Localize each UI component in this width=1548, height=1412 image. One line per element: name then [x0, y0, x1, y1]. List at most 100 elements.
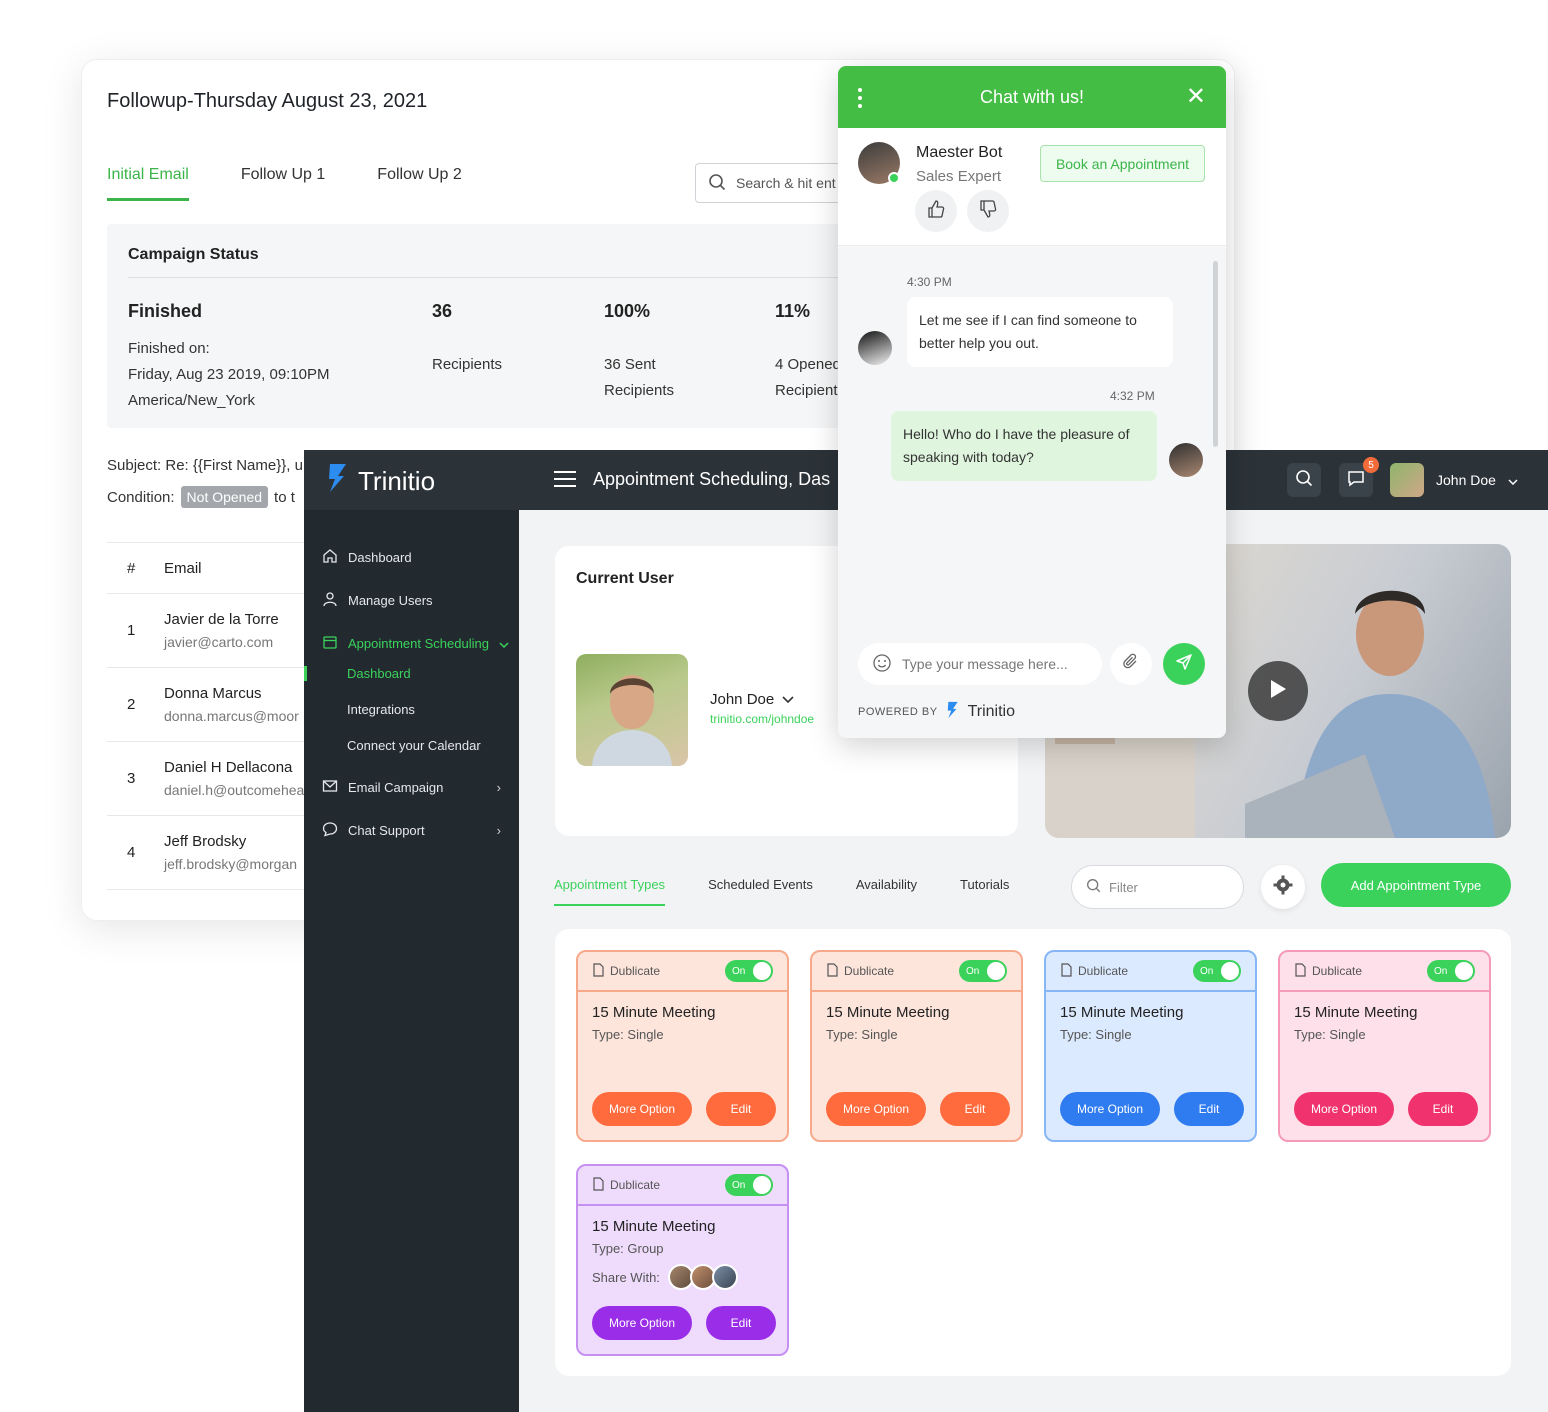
campaign-tabs: Initial Email Follow Up 1 Follow Up 2: [107, 166, 462, 201]
card-actions: More Option Edit: [1294, 1092, 1478, 1126]
sidebar-subitem-dashboard[interactable]: Dashboard: [304, 666, 519, 681]
play-button[interactable]: [1248, 661, 1308, 721]
duplicate-label: Dublicate: [610, 964, 661, 978]
finished-on-label: Finished on:: [128, 340, 210, 357]
table-row[interactable]: 2 Donna Marcus donna.marcus@moor: [107, 668, 327, 742]
condition-label: Condition:: [107, 488, 175, 506]
edit-button[interactable]: Edit: [1174, 1092, 1244, 1126]
appointment-type-card: Dublicate On 15 Minute Meeting Type: Sin…: [1044, 950, 1257, 1142]
thumbs-up-button[interactable]: [915, 190, 957, 232]
recipients-stat: 36 Recipients: [432, 301, 502, 378]
chat-message-input[interactable]: Type your message here...: [858, 643, 1102, 685]
chat-scrollbar[interactable]: [1213, 261, 1218, 447]
gear-icon: [1273, 875, 1293, 900]
chat-input-placeholder: Type your message here...: [902, 656, 1068, 672]
card-type: Type: Single: [1060, 1027, 1132, 1042]
recipients-label: Recipients: [432, 356, 503, 373]
powered-by: POWERED BY Trinitio: [858, 700, 1015, 723]
settings-button[interactable]: [1261, 865, 1305, 909]
campaign-title: Followup-Thursday August 23, 2021: [107, 90, 428, 112]
thumbs-up-icon: [926, 199, 946, 224]
emoji-icon[interactable]: [872, 653, 892, 676]
more-option-button[interactable]: More Option: [592, 1306, 692, 1340]
user-profile-link[interactable]: trinitio.com/johndoe: [710, 712, 814, 726]
status-toggle[interactable]: On: [725, 960, 773, 982]
user-menu[interactable]: John Doe: [1390, 463, 1518, 497]
edit-button[interactable]: Edit: [1408, 1092, 1478, 1126]
card-actions: More Option Edit: [826, 1092, 1010, 1126]
user-icon: [322, 591, 338, 610]
sidebar-subitem-connect-calendar[interactable]: Connect your Calendar: [304, 738, 519, 753]
row-email: javier@carto.com: [164, 634, 274, 650]
close-icon[interactable]: ✕: [1186, 85, 1206, 109]
current-user-name[interactable]: John Doe: [710, 691, 794, 708]
chat-title: Chat with us!: [979, 86, 1085, 107]
kebab-menu-icon[interactable]: [858, 88, 862, 108]
trinitio-logo-icon: [946, 700, 960, 723]
message-time: 4:30 PM: [907, 275, 952, 289]
tab-scheduled-events[interactable]: Scheduled Events: [708, 877, 813, 906]
tab-tutorials[interactable]: Tutorials: [960, 877, 1009, 906]
edit-button[interactable]: Edit: [706, 1092, 776, 1126]
table-row[interactable]: 4 Jeff Brodsky jeff.brodsky@morgan: [107, 816, 327, 890]
opened-count: 4 Opened: [775, 356, 841, 373]
chevron-right-icon: ›: [496, 823, 501, 838]
filter-input[interactable]: Filter: [1071, 865, 1244, 909]
search-button[interactable]: [1287, 463, 1321, 497]
opened-stat: 11% 4 Opened Recipient: [775, 301, 841, 404]
tab-initial-email[interactable]: Initial Email: [107, 166, 189, 201]
duplicate-label: Dublicate: [610, 1178, 661, 1192]
more-option-button[interactable]: More Option: [592, 1092, 692, 1126]
table-row[interactable]: 3 Daniel H Dellacona daniel.h@outcomehea: [107, 742, 327, 816]
tab-availability[interactable]: Availability: [856, 877, 917, 906]
duplicate-button[interactable]: Dublicate: [592, 962, 661, 980]
duplicate-button[interactable]: Dublicate: [592, 1176, 661, 1194]
sidebar-item-dashboard[interactable]: Dashboard: [304, 548, 519, 567]
row-number: 4: [127, 844, 136, 861]
more-option-button[interactable]: More Option: [1060, 1092, 1160, 1126]
status-toggle[interactable]: On: [725, 1174, 773, 1196]
more-option-button[interactable]: More Option: [826, 1092, 926, 1126]
sidebar-subitem-integrations[interactable]: Integrations: [304, 702, 519, 717]
avatar: [711, 1264, 738, 1290]
edit-button[interactable]: Edit: [940, 1092, 1010, 1126]
hamburger-menu-icon[interactable]: [554, 471, 576, 487]
tab-follow-up-1[interactable]: Follow Up 1: [241, 166, 325, 201]
card-actions: More Option Edit: [592, 1092, 776, 1126]
sidebar-item-email-campaign[interactable]: Email Campaign ›: [304, 778, 519, 797]
sidebar-label: Manage Users: [348, 593, 433, 608]
card-header: Dublicate On: [1046, 952, 1255, 992]
sidebar-item-appointment-scheduling[interactable]: Appointment Scheduling: [304, 634, 519, 653]
row-email: daniel.h@outcomehea: [164, 782, 305, 798]
tab-follow-up-2[interactable]: Follow Up 2: [377, 166, 461, 201]
table-row[interactable]: 1 Javier de la Torre javier@carto.com: [107, 594, 327, 668]
status-toggle[interactable]: On: [1427, 960, 1475, 982]
card-title: 15 Minute Meeting: [1060, 1004, 1184, 1021]
add-appointment-type-button[interactable]: Add Appointment Type: [1321, 863, 1511, 907]
email-subject: Subject: Re: {{First Name}}, u: [107, 457, 303, 474]
sidebar-item-manage-users[interactable]: Manage Users: [304, 591, 519, 610]
tab-appointment-types[interactable]: Appointment Types: [554, 877, 666, 906]
status-toggle[interactable]: On: [959, 960, 1007, 982]
more-option-button[interactable]: More Option: [1294, 1092, 1394, 1126]
book-appointment-button[interactable]: Book an Appointment: [1040, 145, 1205, 182]
brand-logo[interactable]: Trinitio: [326, 462, 435, 501]
send-icon: [1175, 653, 1193, 676]
notification-badge: 5: [1363, 457, 1379, 473]
send-button[interactable]: [1163, 643, 1205, 685]
duplicate-label: Dublicate: [844, 964, 895, 978]
card-type: Type: Single: [1294, 1027, 1366, 1042]
duplicate-button[interactable]: Dublicate: [1294, 962, 1362, 980]
sent-pct: 100%: [604, 301, 651, 321]
sidebar-item-chat-support[interactable]: Chat Support ›: [304, 821, 519, 840]
powered-by-brand[interactable]: Trinitio: [968, 703, 1015, 721]
duplicate-button[interactable]: Dublicate: [1060, 962, 1128, 980]
edit-button[interactable]: Edit: [706, 1306, 776, 1340]
duplicate-button[interactable]: Dublicate: [826, 962, 895, 980]
thumbs-down-button[interactable]: [967, 190, 1009, 232]
thumbs-down-icon: [978, 199, 998, 224]
attach-button[interactable]: [1110, 643, 1152, 685]
status-toggle[interactable]: On: [1193, 960, 1241, 982]
condition-tail: to t: [274, 488, 295, 506]
messages-button[interactable]: 5: [1339, 457, 1379, 497]
